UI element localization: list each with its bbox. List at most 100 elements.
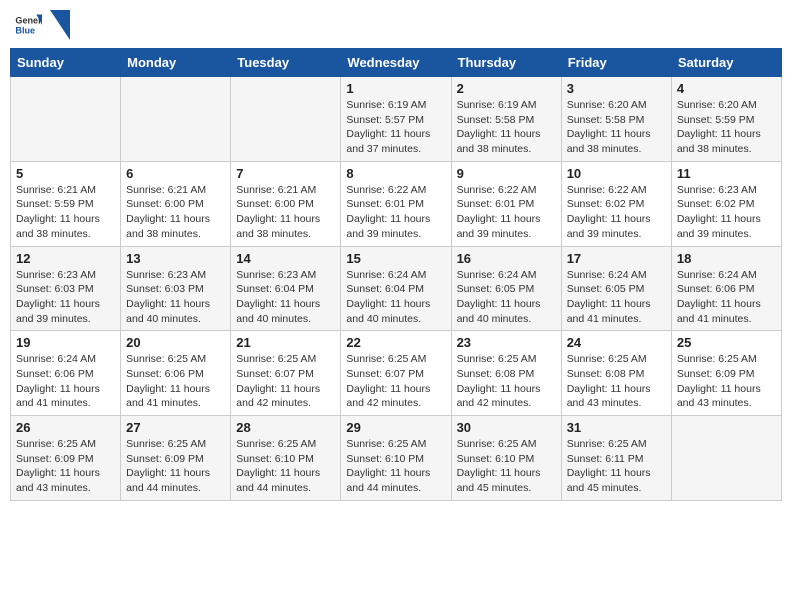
calendar-cell: 29 Sunrise: 6:25 AM Sunset: 6:10 PM Dayli… <box>341 416 451 501</box>
calendar-week-row: 5Sunrise: 6:21 AM Sunset: 5:59 PM Daylig… <box>11 161 782 246</box>
day-info: Sunrise: 6:25 AM Sunset: 6:10 PM Dayligh… <box>457 437 556 496</box>
day-number: 22 <box>346 335 445 350</box>
calendar-cell: 11 Sunrise: 6:23 AM Sunset: 6:02 PM Dayli… <box>671 161 781 246</box>
calendar-week-row: 1 Sunrise: 6:19 AM Sunset: 5:57 PM Daylig… <box>11 77 782 162</box>
calendar-cell <box>11 77 121 162</box>
day-number: 11 <box>677 166 776 181</box>
calendar-cell: 4 Sunrise: 6:20 AM Sunset: 5:59 PM Daylig… <box>671 77 781 162</box>
day-info: Sunrise: 6:19 AM Sunset: 5:58 PM Dayligh… <box>457 98 556 157</box>
calendar-week-row: 19Sunrise: 6:24 AM Sunset: 6:06 PM Dayli… <box>11 331 782 416</box>
calendar-week-row: 26 Sunrise: 6:25 AM Sunset: 6:09 PM Dayli… <box>11 416 782 501</box>
day-number: 29 <box>346 420 445 435</box>
day-number: 24 <box>567 335 666 350</box>
weekday-header: Sunday <box>11 49 121 77</box>
day-number: 21 <box>236 335 335 350</box>
calendar-cell: 14 Sunrise: 6:23 AM Sunset: 6:04 PM Dayli… <box>231 246 341 331</box>
logo-icon: General Blue <box>14 11 42 39</box>
day-info: Sunrise: 6:20 AM Sunset: 5:59 PM Dayligh… <box>677 98 776 157</box>
calendar-cell: 26 Sunrise: 6:25 AM Sunset: 6:09 PM Dayli… <box>11 416 121 501</box>
day-number: 14 <box>236 251 335 266</box>
day-info: Sunrise: 6:24 AM Sunset: 6:04 PM Dayligh… <box>346 268 445 327</box>
weekday-header: Saturday <box>671 49 781 77</box>
logo-triangle-icon <box>50 10 70 40</box>
day-info: Sunrise: 6:25 AM Sunset: 6:09 PM Dayligh… <box>126 437 225 496</box>
day-number: 25 <box>677 335 776 350</box>
day-info: Sunrise: 6:25 AM Sunset: 6:06 PM Dayligh… <box>126 352 225 411</box>
day-number: 30 <box>457 420 556 435</box>
day-info: Sunrise: 6:25 AM Sunset: 6:09 PM Dayligh… <box>677 352 776 411</box>
day-info: Sunrise: 6:25 AM Sunset: 6:08 PM Dayligh… <box>457 352 556 411</box>
day-number: 1 <box>346 81 445 96</box>
logo: General Blue <box>14 10 70 40</box>
calendar-week-row: 12 Sunrise: 6:23 AM Sunset: 6:03 PM Dayli… <box>11 246 782 331</box>
day-number: 19 <box>16 335 115 350</box>
day-info: Sunrise: 6:24 AM Sunset: 6:05 PM Dayligh… <box>457 268 556 327</box>
day-number: 18 <box>677 251 776 266</box>
calendar-cell: 13Sunrise: 6:23 AM Sunset: 6:03 PM Dayli… <box>121 246 231 331</box>
day-info: Sunrise: 6:23 AM Sunset: 6:03 PM Dayligh… <box>126 268 225 327</box>
day-number: 26 <box>16 420 115 435</box>
day-number: 28 <box>236 420 335 435</box>
calendar-cell: 24 Sunrise: 6:25 AM Sunset: 6:08 PM Dayli… <box>561 331 671 416</box>
day-info: Sunrise: 6:25 AM Sunset: 6:10 PM Dayligh… <box>346 437 445 496</box>
day-number: 15 <box>346 251 445 266</box>
calendar-cell: 6Sunrise: 6:21 AM Sunset: 6:00 PM Daylig… <box>121 161 231 246</box>
day-number: 5 <box>16 166 115 181</box>
calendar-cell: 23 Sunrise: 6:25 AM Sunset: 6:08 PM Dayli… <box>451 331 561 416</box>
calendar-body: 1 Sunrise: 6:19 AM Sunset: 5:57 PM Daylig… <box>11 77 782 501</box>
day-info: Sunrise: 6:19 AM Sunset: 5:57 PM Dayligh… <box>346 98 445 157</box>
day-number: 20 <box>126 335 225 350</box>
day-number: 9 <box>457 166 556 181</box>
day-number: 17 <box>567 251 666 266</box>
day-info: Sunrise: 6:25 AM Sunset: 6:08 PM Dayligh… <box>567 352 666 411</box>
day-info: Sunrise: 6:23 AM Sunset: 6:04 PM Dayligh… <box>236 268 335 327</box>
calendar-cell: 19Sunrise: 6:24 AM Sunset: 6:06 PM Dayli… <box>11 331 121 416</box>
calendar-cell: 2 Sunrise: 6:19 AM Sunset: 5:58 PM Daylig… <box>451 77 561 162</box>
calendar-cell <box>671 416 781 501</box>
calendar-cell: 25 Sunrise: 6:25 AM Sunset: 6:09 PM Dayli… <box>671 331 781 416</box>
day-number: 27 <box>126 420 225 435</box>
day-info: Sunrise: 6:25 AM Sunset: 6:07 PM Dayligh… <box>346 352 445 411</box>
calendar-cell: 15 Sunrise: 6:24 AM Sunset: 6:04 PM Dayli… <box>341 246 451 331</box>
weekday-header: Monday <box>121 49 231 77</box>
day-number: 16 <box>457 251 556 266</box>
calendar-cell: 5Sunrise: 6:21 AM Sunset: 5:59 PM Daylig… <box>11 161 121 246</box>
weekday-header: Thursday <box>451 49 561 77</box>
day-number: 23 <box>457 335 556 350</box>
calendar-cell: 30 Sunrise: 6:25 AM Sunset: 6:10 PM Dayli… <box>451 416 561 501</box>
calendar-cell: 8Sunrise: 6:22 AM Sunset: 6:01 PM Daylig… <box>341 161 451 246</box>
calendar-cell: 18 Sunrise: 6:24 AM Sunset: 6:06 PM Dayli… <box>671 246 781 331</box>
svg-text:Blue: Blue <box>15 25 35 35</box>
day-info: Sunrise: 6:25 AM Sunset: 6:07 PM Dayligh… <box>236 352 335 411</box>
calendar-cell: 31Sunrise: 6:25 AM Sunset: 6:11 PM Dayli… <box>561 416 671 501</box>
day-number: 7 <box>236 166 335 181</box>
day-info: Sunrise: 6:22 AM Sunset: 6:01 PM Dayligh… <box>346 183 445 242</box>
day-number: 31 <box>567 420 666 435</box>
calendar-cell: 10Sunrise: 6:22 AM Sunset: 6:02 PM Dayli… <box>561 161 671 246</box>
day-number: 4 <box>677 81 776 96</box>
calendar-cell <box>231 77 341 162</box>
calendar-cell: 1 Sunrise: 6:19 AM Sunset: 5:57 PM Daylig… <box>341 77 451 162</box>
day-info: Sunrise: 6:23 AM Sunset: 6:02 PM Dayligh… <box>677 183 776 242</box>
day-number: 2 <box>457 81 556 96</box>
day-info: Sunrise: 6:25 AM Sunset: 6:09 PM Dayligh… <box>16 437 115 496</box>
day-info: Sunrise: 6:24 AM Sunset: 6:05 PM Dayligh… <box>567 268 666 327</box>
day-number: 3 <box>567 81 666 96</box>
weekday-header: Friday <box>561 49 671 77</box>
calendar-cell: 21 Sunrise: 6:25 AM Sunset: 6:07 PM Dayli… <box>231 331 341 416</box>
weekday-header: Wednesday <box>341 49 451 77</box>
day-info: Sunrise: 6:23 AM Sunset: 6:03 PM Dayligh… <box>16 268 115 327</box>
calendar-cell: 7 Sunrise: 6:21 AM Sunset: 6:00 PM Daylig… <box>231 161 341 246</box>
calendar-cell: 28Sunrise: 6:25 AM Sunset: 6:10 PM Dayli… <box>231 416 341 501</box>
calendar-cell: 27 Sunrise: 6:25 AM Sunset: 6:09 PM Dayli… <box>121 416 231 501</box>
calendar-cell: 12 Sunrise: 6:23 AM Sunset: 6:03 PM Dayli… <box>11 246 121 331</box>
day-number: 12 <box>16 251 115 266</box>
day-info: Sunrise: 6:24 AM Sunset: 6:06 PM Dayligh… <box>677 268 776 327</box>
day-info: Sunrise: 6:21 AM Sunset: 6:00 PM Dayligh… <box>236 183 335 242</box>
calendar-table: SundayMondayTuesdayWednesdayThursdayFrid… <box>10 48 782 501</box>
calendar-cell: 20 Sunrise: 6:25 AM Sunset: 6:06 PM Dayli… <box>121 331 231 416</box>
day-info: Sunrise: 6:21 AM Sunset: 6:00 PM Dayligh… <box>126 183 225 242</box>
weekday-header-row: SundayMondayTuesdayWednesdayThursdayFrid… <box>11 49 782 77</box>
page-header: General Blue <box>10 10 782 40</box>
weekday-header: Tuesday <box>231 49 341 77</box>
